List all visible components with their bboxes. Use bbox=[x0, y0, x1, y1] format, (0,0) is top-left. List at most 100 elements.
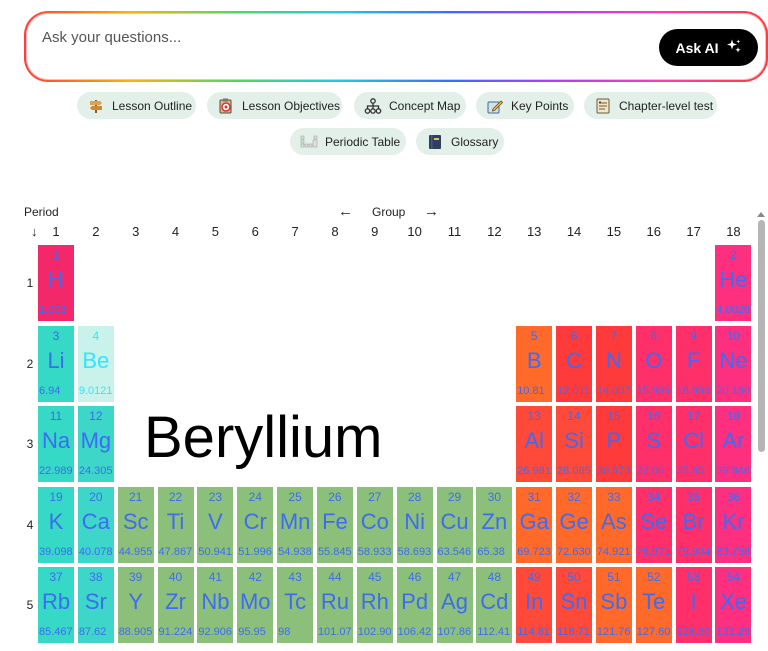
element-cell-co[interactable]: 27 Co 58.933 bbox=[356, 486, 393, 563]
element-cell-se[interactable]: 34 Se 78.971 bbox=[635, 486, 672, 563]
element-cell-sc[interactable]: 21 Sc 44.955 bbox=[117, 486, 154, 563]
element-cell-o[interactable]: 8 O 15.999 bbox=[635, 325, 672, 402]
element-cell-br[interactable]: 35 Br 79.904 bbox=[675, 486, 712, 563]
element-cell-rb[interactable]: 37 Rb 85.467 bbox=[38, 567, 74, 643]
ask-ai-button[interactable]: Ask AI bbox=[659, 29, 758, 66]
element-cell-k[interactable]: 19 K 39.098 bbox=[38, 486, 74, 563]
element-cell-ru[interactable]: 44 Ru 101.07 bbox=[316, 567, 353, 643]
element-cell-xe[interactable]: 54 Xe 131.29 bbox=[715, 567, 752, 643]
element-cell-ar[interactable]: 18 Ar 39.948 bbox=[715, 406, 752, 482]
element-cell-ti[interactable]: 22 Ti 47.867 bbox=[157, 486, 194, 563]
element-atomic-number: 53 bbox=[686, 570, 701, 584]
element-cell-ag[interactable]: 47 Ag 107.86 bbox=[436, 567, 473, 643]
element-cell-te[interactable]: 52 Te 127.60 bbox=[635, 567, 672, 643]
element-cell-mg[interactable]: 12 Mg 24.305 bbox=[77, 406, 114, 482]
element-cell-b[interactable]: 5 B 10.81 bbox=[516, 325, 553, 402]
element-cell-be[interactable]: 4 Be 9.0121 bbox=[77, 325, 114, 402]
element-atomic-mass: 40.078 bbox=[78, 545, 113, 558]
element-cell-ne[interactable]: 10 Ne 20.180 bbox=[715, 325, 752, 402]
scrollbar-thumb[interactable] bbox=[758, 220, 765, 452]
element-symbol: F bbox=[686, 347, 701, 373]
chip-key-points[interactable]: Key Points bbox=[476, 92, 574, 119]
element-cell-pd[interactable]: 46 Pd 106.42 bbox=[396, 567, 433, 643]
chip-lesson-outline[interactable]: Lesson Outline bbox=[77, 92, 196, 119]
element-cell-cd[interactable]: 48 Cd 112.41 bbox=[476, 567, 513, 643]
element-cell-ca[interactable]: 20 Ca 40.078 bbox=[77, 486, 114, 563]
element-atomic-mass: 50.941 bbox=[198, 545, 233, 558]
element-atomic-number: 30 bbox=[487, 489, 502, 504]
element-cell-fe[interactable]: 26 Fe 55.845 bbox=[316, 486, 353, 563]
element-atomic-mass: 55.845 bbox=[317, 545, 352, 558]
element-cell-i[interactable]: 53 I 126.90 bbox=[675, 567, 712, 643]
chip-concept-map[interactable]: Concept Map bbox=[354, 92, 466, 119]
element-cell-h[interactable]: 1 H 1.008 bbox=[38, 245, 74, 321]
element-atomic-number: 46 bbox=[407, 570, 422, 584]
element-cell-mo[interactable]: 42 Mo 95.95 bbox=[237, 567, 274, 643]
ask-input[interactable] bbox=[42, 25, 602, 49]
element-cell-li[interactable]: 3 Li 6.94 bbox=[38, 325, 74, 402]
scroll-up-arrow-icon[interactable] bbox=[756, 206, 766, 217]
element-cell-si[interactable]: 14 Si 28.085 bbox=[556, 406, 593, 482]
element-atomic-number: 27 bbox=[368, 489, 382, 504]
element-atomic-mass: 72.630 bbox=[557, 545, 591, 558]
element-cell-zn[interactable]: 30 Zn 65.38 bbox=[476, 486, 513, 563]
element-cell-p[interactable]: 15 P 30.973 bbox=[595, 406, 632, 482]
element-cell-s[interactable]: 16 S 32.06 bbox=[635, 406, 672, 482]
element-cell-al[interactable]: 13 Al 26.981 bbox=[516, 406, 553, 482]
element-cell-n[interactable]: 7 N 14.007 bbox=[595, 325, 632, 402]
element-cell-as[interactable]: 33 As 74.921 bbox=[595, 486, 632, 563]
element-atomic-mass: 83.798 bbox=[716, 545, 751, 558]
element-cell-sr[interactable]: 38 Sr 87.62 bbox=[77, 567, 114, 643]
element-atomic-number: 14 bbox=[567, 409, 581, 423]
element-cell-ga[interactable]: 31 Ga 69.723 bbox=[516, 486, 553, 563]
element-cell-y[interactable]: 39 Y 88.905 bbox=[117, 567, 154, 643]
element-cell-sn[interactable]: 50 Sn 118.71 bbox=[556, 567, 593, 643]
periodic-grid-icon bbox=[300, 133, 318, 151]
element-symbol: N bbox=[605, 347, 622, 373]
element-cell-kr[interactable]: 36 Kr 83.798 bbox=[715, 486, 752, 563]
element-cell-tc[interactable]: 43 Tc 98 bbox=[277, 567, 314, 643]
element-cell-ge[interactable]: 32 Ge 72.630 bbox=[556, 486, 593, 563]
element-cell-sb[interactable]: 51 Sb 121.76 bbox=[595, 567, 632, 643]
element-atomic-number: 17 bbox=[686, 409, 701, 423]
element-symbol: Sb bbox=[600, 589, 628, 614]
element-atomic-mass: 39.098 bbox=[39, 545, 73, 558]
element-symbol: Te bbox=[642, 589, 666, 614]
group-number: 7 bbox=[291, 224, 299, 239]
element-symbol: Ni bbox=[404, 508, 426, 534]
element-cell-f[interactable]: 9 F 18.998 bbox=[675, 325, 712, 402]
chip-lesson-objectives[interactable]: Lesson Objectives bbox=[207, 92, 342, 119]
element-cell-nb[interactable]: 41 Nb 92.906 bbox=[197, 567, 234, 643]
element-cell-rh[interactable]: 45 Rh 102.90 bbox=[356, 567, 393, 643]
element-atomic-number: 12 bbox=[89, 409, 103, 423]
element-atomic-number: 37 bbox=[49, 570, 63, 584]
chip-chapter-level-test[interactable]: Chapter-level test bbox=[584, 92, 717, 119]
element-atomic-mass: 121.76 bbox=[596, 626, 631, 638]
element-cell-ni[interactable]: 28 Ni 58.693 bbox=[396, 486, 433, 563]
element-atomic-mass: 1.008 bbox=[39, 304, 67, 316]
group-number: 11 bbox=[447, 224, 462, 239]
chip-glossary[interactable]: Glossary bbox=[416, 128, 504, 155]
chip-periodic-table[interactable]: Periodic Table bbox=[290, 128, 406, 155]
element-cell-cr[interactable]: 24 Cr 51.996 bbox=[237, 486, 274, 563]
element-cell-v[interactable]: 23 V 50.941 bbox=[197, 486, 234, 563]
element-cell-cu[interactable]: 29 Cu 63.546 bbox=[436, 486, 473, 563]
element-atomic-number: 28 bbox=[407, 489, 422, 504]
element-atomic-number: 36 bbox=[726, 489, 741, 504]
element-atomic-number: 51 bbox=[607, 570, 621, 584]
element-cell-in[interactable]: 49 In 114.81 bbox=[516, 567, 553, 643]
element-cell-na[interactable]: 11 Na 22.989 bbox=[38, 406, 74, 482]
element-cell-zr[interactable]: 40 Zr 91.224 bbox=[157, 567, 194, 643]
element-cell-c[interactable]: 6 C 12.011 bbox=[556, 325, 593, 402]
element-atomic-mass: 131.29 bbox=[716, 626, 751, 638]
element-atomic-mass: 95.95 bbox=[238, 626, 266, 638]
period-number: 1 bbox=[26, 276, 34, 290]
group-number: 3 bbox=[132, 224, 140, 239]
element-cell-cl[interactable]: 17 Cl 35.45 bbox=[675, 406, 712, 482]
element-atomic-number: 50 bbox=[567, 570, 581, 584]
element-symbol: B bbox=[526, 347, 542, 373]
group-number: 14 bbox=[566, 224, 582, 239]
element-atomic-number: 11 bbox=[49, 409, 63, 423]
element-cell-mn[interactable]: 25 Mn 54.938 bbox=[277, 486, 314, 563]
element-cell-he[interactable]: 2 He 4.0026 bbox=[715, 245, 752, 321]
